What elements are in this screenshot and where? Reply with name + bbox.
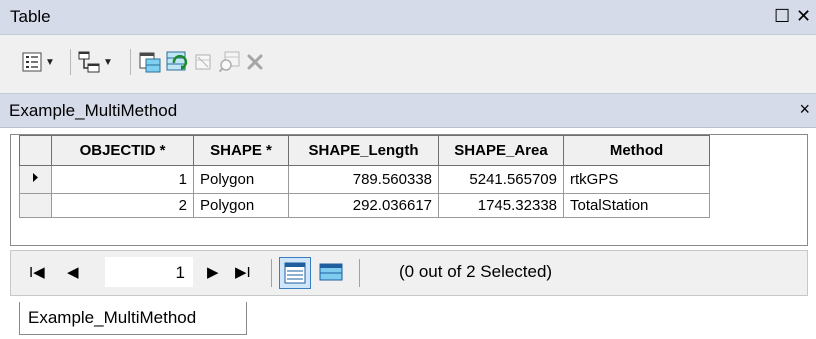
table-name-label: Example_MultiMethod <box>9 101 178 120</box>
cell-shape-area[interactable]: 5241.565709 <box>438 165 564 194</box>
cell-shape-length[interactable]: 292.036617 <box>288 193 439 218</box>
chevron-down-icon: ▼ <box>103 56 113 68</box>
attribute-table-area: OBJECTID * SHAPE * SHAPE_Length SHAPE_Ar… <box>10 134 808 246</box>
show-all-records-icon <box>284 262 306 284</box>
table-tab-example-multimethod[interactable]: Example_MultiMethod <box>19 302 247 335</box>
current-record-input[interactable]: 1 <box>105 257 193 287</box>
next-record-icon[interactable]: ▶ <box>207 263 219 281</box>
show-all-records-button[interactable] <box>279 257 311 289</box>
table-tab-label: Example_MultiMethod <box>28 308 197 327</box>
row-selector[interactable] <box>19 193 52 218</box>
window-title-bar: Table ☐ ✕ <box>0 0 816 35</box>
table-tab-bar: Example_MultiMethod × <box>0 93 816 128</box>
nav-separator <box>271 259 272 287</box>
column-header-shape-length[interactable]: SHAPE_Length <box>288 135 439 166</box>
show-selected-records-icon <box>319 263 343 281</box>
cell-shape-length[interactable]: 789.560338 <box>288 165 439 194</box>
table-window: Table ☐ ✕ ▼ ▼ Example_MultiMethod × OBJE… <box>0 0 816 339</box>
nav-separator <box>359 259 360 287</box>
related-tables-icon <box>78 51 100 73</box>
previous-record-icon[interactable]: ◀ <box>67 263 79 281</box>
row-selector-header[interactable] <box>19 135 52 166</box>
current-row-arrow-icon <box>33 173 38 182</box>
chevron-down-icon: ▼ <box>45 56 55 68</box>
cell-objectid[interactable]: 2 <box>51 193 194 218</box>
attribute-table: OBJECTID * SHAPE * SHAPE_Length SHAPE_Ar… <box>19 135 710 218</box>
delete-selected-icon <box>245 52 265 72</box>
first-record-icon[interactable]: I◀ <box>29 263 45 281</box>
toolbar-separator <box>70 49 71 75</box>
restore-icon[interactable]: ☐ <box>774 5 790 27</box>
selection-status: (0 out of 2 Selected) <box>399 262 553 281</box>
table-row[interactable]: 2 Polygon 292.036617 1745.32338 TotalSta… <box>19 193 710 218</box>
current-record-value: 1 <box>175 263 185 282</box>
column-header-objectid[interactable]: OBJECTID * <box>51 135 194 166</box>
table-options-icon <box>22 52 42 72</box>
cell-shape[interactable]: Polygon <box>193 193 289 218</box>
close-icon[interactable]: ✕ <box>796 5 811 27</box>
delete-selected-button[interactable] <box>245 49 265 75</box>
cell-shape[interactable]: Polygon <box>193 165 289 194</box>
column-header-method[interactable]: Method <box>563 135 710 166</box>
select-by-attributes-button[interactable] <box>139 49 161 75</box>
column-header-shape-area[interactable]: SHAPE_Area <box>438 135 564 166</box>
table-header-row: OBJECTID * SHAPE * SHAPE_Length SHAPE_Ar… <box>19 135 710 166</box>
switch-selection-icon <box>166 51 188 73</box>
table-options-button[interactable]: ▼ <box>22 49 55 75</box>
clear-selection-button[interactable] <box>193 49 213 75</box>
cell-shape-area[interactable]: 1745.32338 <box>438 193 564 218</box>
close-table-icon[interactable]: × <box>799 99 810 120</box>
row-selector[interactable] <box>19 165 52 194</box>
table-toolbar: ▼ ▼ <box>0 35 816 93</box>
table-row[interactable]: 1 Polygon 789.560338 5241.565709 rtkGPS <box>19 165 710 194</box>
show-selected-records-button[interactable] <box>317 259 345 285</box>
column-header-shape[interactable]: SHAPE * <box>193 135 289 166</box>
cell-objectid[interactable]: 1 <box>51 165 194 194</box>
zoom-to-selected-icon <box>219 51 241 73</box>
toolbar-separator <box>130 49 131 75</box>
record-navigation-bar: I◀ ◀ 1 ▶ ▶I (0 out of 2 Selected) <box>10 250 808 296</box>
zoom-to-selected-button[interactable] <box>219 49 241 75</box>
clear-selection-icon <box>193 52 213 72</box>
select-by-attributes-icon <box>139 51 161 73</box>
last-record-icon[interactable]: ▶I <box>235 263 251 281</box>
cell-method[interactable]: TotalStation <box>563 193 710 218</box>
switch-selection-button[interactable] <box>166 49 188 75</box>
cell-method[interactable]: rtkGPS <box>563 165 710 194</box>
window-title: Table <box>10 7 51 26</box>
related-tables-button[interactable]: ▼ <box>78 49 113 75</box>
